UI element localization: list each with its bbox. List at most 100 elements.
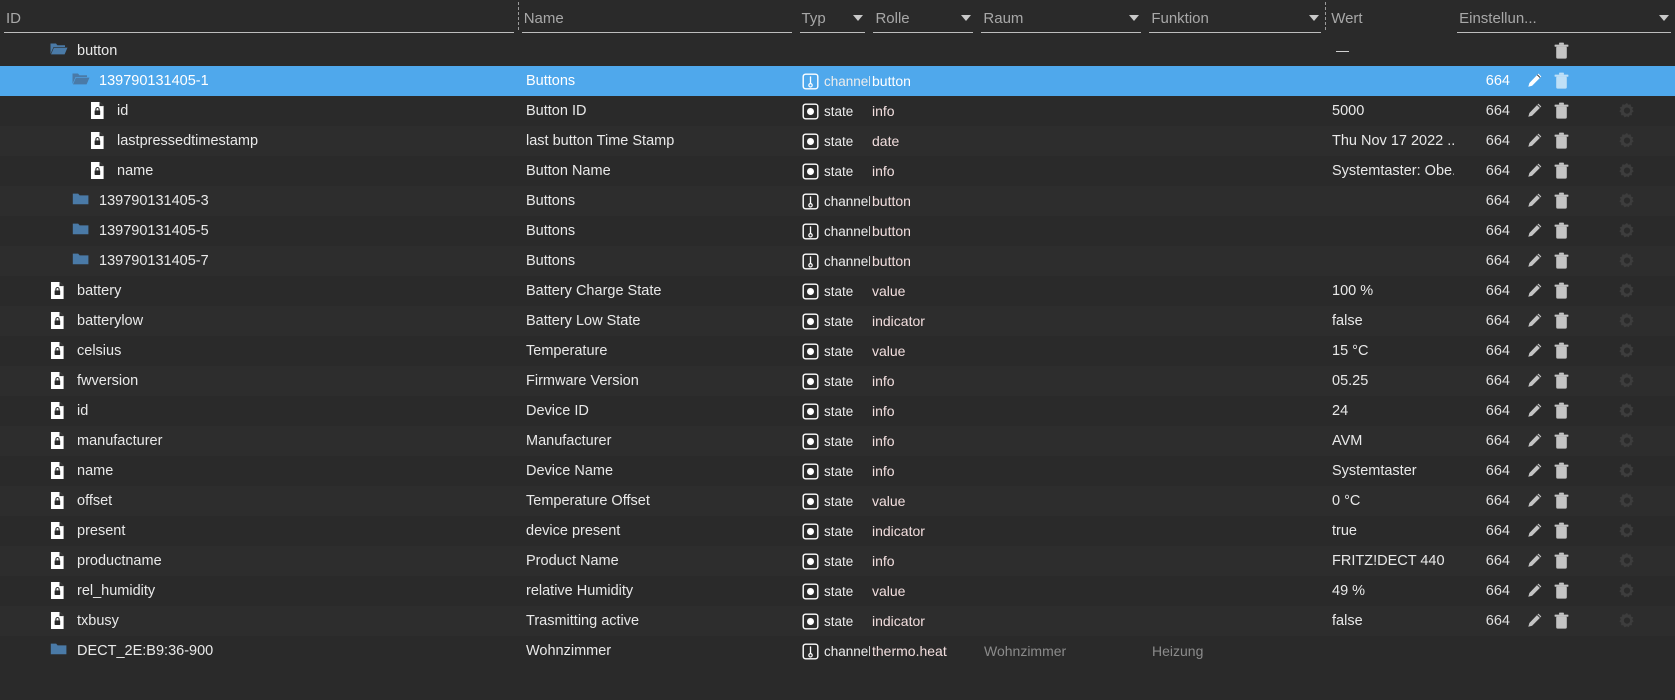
settings-button[interactable] bbox=[1618, 492, 1635, 510]
delete-button[interactable] bbox=[1553, 492, 1570, 510]
column-header-typ[interactable]: Typ bbox=[796, 0, 870, 36]
folder-closed-icon[interactable] bbox=[72, 221, 90, 241]
delete-button[interactable] bbox=[1553, 222, 1570, 240]
delete-button[interactable] bbox=[1553, 462, 1570, 480]
column-header-settings[interactable]: Einstellun... bbox=[1453, 0, 1675, 36]
settings-button[interactable] bbox=[1618, 342, 1635, 360]
cell-id[interactable]: id bbox=[0, 396, 518, 426]
delete-button[interactable] bbox=[1553, 432, 1570, 450]
folder-open-icon[interactable] bbox=[72, 71, 90, 91]
cell-id[interactable]: celsius bbox=[0, 336, 518, 366]
delete-button[interactable] bbox=[1553, 312, 1570, 330]
edit-button[interactable] bbox=[1526, 342, 1543, 360]
settings-button[interactable] bbox=[1618, 552, 1635, 570]
table-row[interactable]: 139790131405-5 Buttons channel button 664 bbox=[0, 216, 1675, 246]
table-row[interactable]: rel_humidity relative Humidity state value… bbox=[0, 576, 1675, 606]
table-row[interactable]: id Device ID state info 24 664 bbox=[0, 396, 1675, 426]
settings-button[interactable] bbox=[1618, 222, 1635, 240]
cell-id[interactable]: 139790131405-3 bbox=[0, 186, 518, 216]
delete-button[interactable] bbox=[1553, 72, 1570, 90]
cell-id[interactable]: rel_humidity bbox=[0, 576, 518, 606]
edit-button[interactable] bbox=[1526, 402, 1543, 420]
edit-button[interactable] bbox=[1526, 252, 1543, 270]
delete-button[interactable] bbox=[1553, 402, 1570, 420]
delete-button[interactable] bbox=[1553, 132, 1570, 150]
cell-id[interactable]: productname bbox=[0, 546, 518, 576]
edit-button[interactable] bbox=[1526, 102, 1543, 120]
edit-button[interactable] bbox=[1526, 132, 1543, 150]
edit-button[interactable] bbox=[1526, 612, 1543, 630]
cell-id[interactable]: offset bbox=[0, 486, 518, 516]
edit-button[interactable] bbox=[1526, 282, 1543, 300]
edit-button[interactable] bbox=[1526, 492, 1543, 510]
table-row[interactable]: celsius Temperature state value 15 °C 664 bbox=[0, 336, 1675, 366]
edit-button[interactable] bbox=[1526, 72, 1543, 90]
delete-button[interactable] bbox=[1553, 42, 1570, 60]
edit-button[interactable] bbox=[1526, 312, 1543, 330]
folder-closed-icon[interactable] bbox=[72, 251, 90, 271]
delete-button[interactable] bbox=[1553, 552, 1570, 570]
table-row[interactable]: present device present state indicator true… bbox=[0, 516, 1675, 546]
chevron-down-icon[interactable] bbox=[961, 15, 975, 21]
delete-button[interactable] bbox=[1553, 372, 1570, 390]
edit-button[interactable] bbox=[1526, 582, 1543, 600]
table-row[interactable]: 139790131405-3 Buttons channel button 664 bbox=[0, 186, 1675, 216]
settings-button[interactable] bbox=[1618, 252, 1635, 270]
edit-button[interactable] bbox=[1526, 372, 1543, 390]
cell-id[interactable]: manufacturer bbox=[0, 426, 518, 456]
edit-button[interactable] bbox=[1526, 192, 1543, 210]
cell-id[interactable]: button bbox=[0, 36, 518, 66]
table-row[interactable]: fwversion Firmware Version state info 05.25… bbox=[0, 366, 1675, 396]
delete-button[interactable] bbox=[1553, 342, 1570, 360]
table-row[interactable]: manufacturer Manufacturer state info AVM 664 bbox=[0, 426, 1675, 456]
cell-id[interactable]: battery bbox=[0, 276, 518, 306]
cell-id[interactable]: lastpressedtimestamp bbox=[0, 126, 518, 156]
cell-id[interactable]: fwversion bbox=[0, 366, 518, 396]
settings-button[interactable] bbox=[1618, 582, 1635, 600]
folder-closed-icon[interactable] bbox=[50, 641, 68, 661]
table-row[interactable]: batterylow Battery Low State state indicat… bbox=[0, 306, 1675, 336]
table-row[interactable]: 139790131405-7 Buttons channel button 664 bbox=[0, 246, 1675, 276]
folder-closed-icon[interactable] bbox=[72, 191, 90, 211]
table-row[interactable]: lastpressedtimestamp last button Time Sta… bbox=[0, 126, 1675, 156]
column-header-raum[interactable]: Raum bbox=[977, 0, 1145, 36]
settings-button[interactable] bbox=[1618, 432, 1635, 450]
edit-button[interactable] bbox=[1526, 432, 1543, 450]
cell-id[interactable]: name bbox=[0, 456, 518, 486]
table-row[interactable]: button bbox=[0, 36, 1675, 66]
table-row[interactable]: 139790131405-1 Buttons channel button 664 bbox=[0, 66, 1675, 96]
cell-id[interactable]: txbusy bbox=[0, 606, 518, 636]
cell-id[interactable]: 139790131405-5 bbox=[0, 216, 518, 246]
delete-button[interactable] bbox=[1553, 252, 1570, 270]
edit-button[interactable] bbox=[1526, 552, 1543, 570]
cell-id[interactable]: 139790131405-7 bbox=[0, 246, 518, 276]
column-header-rolle[interactable]: Rolle bbox=[869, 0, 977, 36]
table-row[interactable]: battery Battery Charge State state value 10… bbox=[0, 276, 1675, 306]
settings-button[interactable] bbox=[1618, 102, 1635, 120]
cell-id[interactable]: name bbox=[0, 156, 518, 186]
table-body[interactable]: button 139790131405-1 Buttons channel butt… bbox=[0, 36, 1675, 700]
folder-open-icon[interactable] bbox=[50, 41, 68, 61]
settings-button[interactable] bbox=[1618, 462, 1635, 480]
delete-button[interactable] bbox=[1553, 192, 1570, 210]
settings-button[interactable] bbox=[1618, 312, 1635, 330]
chevron-down-icon[interactable] bbox=[1129, 15, 1143, 21]
cell-id[interactable]: DECT_2E:B9:36-900 bbox=[0, 636, 518, 666]
settings-button[interactable] bbox=[1618, 402, 1635, 420]
edit-button[interactable] bbox=[1526, 222, 1543, 240]
edit-button[interactable] bbox=[1526, 522, 1543, 540]
delete-button[interactable] bbox=[1553, 522, 1570, 540]
cell-id[interactable]: batterylow bbox=[0, 306, 518, 336]
delete-button[interactable] bbox=[1553, 102, 1570, 120]
cell-id[interactable]: id bbox=[0, 96, 518, 126]
table-row[interactable]: DECT_2E:B9:36-900 Wohnzimmer channel therm… bbox=[0, 636, 1675, 666]
table-row[interactable]: id Button ID state info 5000 664 bbox=[0, 96, 1675, 126]
chevron-down-icon[interactable] bbox=[1309, 15, 1323, 21]
edit-button[interactable] bbox=[1526, 462, 1543, 480]
table-row[interactable]: offset Temperature Offset state value 0 °C 6… bbox=[0, 486, 1675, 516]
table-row[interactable]: txbusy Trasmitting active state indicator f… bbox=[0, 606, 1675, 636]
column-header-funktion[interactable]: Funktion bbox=[1145, 0, 1325, 36]
cell-id[interactable]: 139790131405-1 bbox=[0, 66, 518, 96]
chevron-down-icon[interactable] bbox=[853, 15, 867, 21]
table-row[interactable]: productname Product Name state info FRITZ!D… bbox=[0, 546, 1675, 576]
